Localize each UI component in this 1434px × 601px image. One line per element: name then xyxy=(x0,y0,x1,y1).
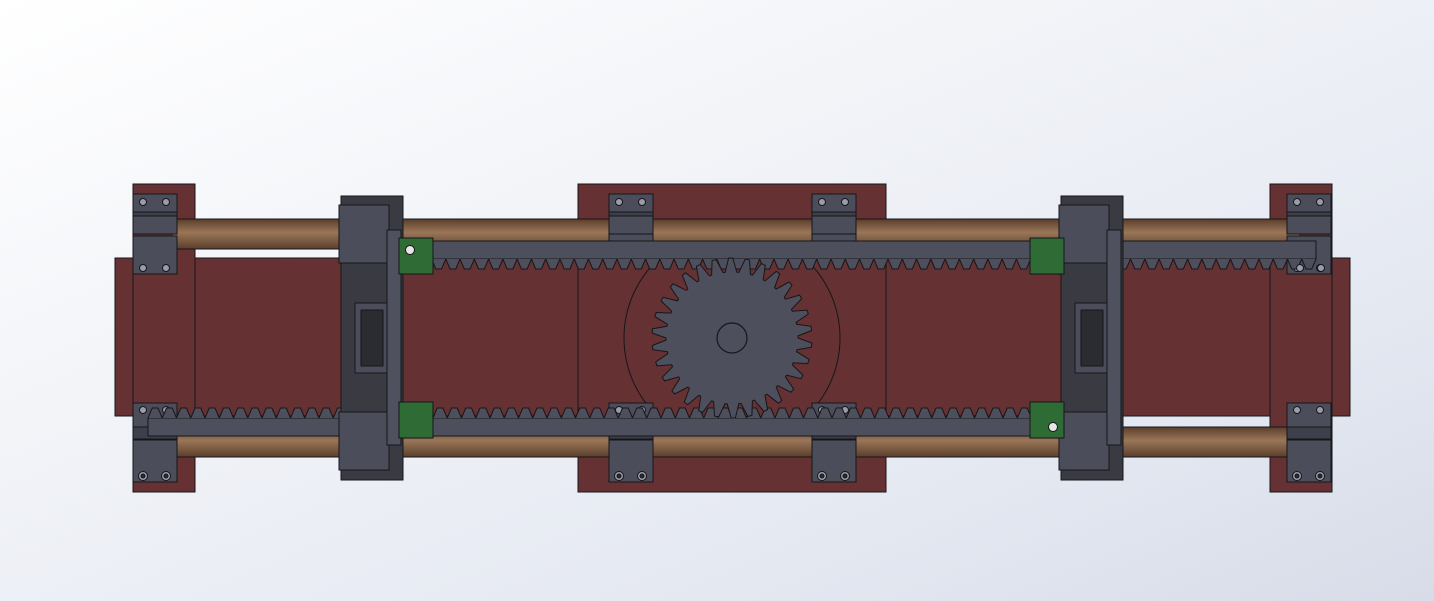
rack-bottom-bar xyxy=(147,417,1061,437)
bolt-head xyxy=(841,198,849,206)
bolt-head xyxy=(139,406,147,414)
connector-top-left xyxy=(398,237,434,275)
pillow-block-top-2-body xyxy=(608,215,654,235)
pillow-block-top-2-seam xyxy=(608,211,654,217)
bolt-head xyxy=(1293,406,1301,414)
bolt-head xyxy=(1293,198,1301,206)
rack-end-bolt xyxy=(1317,264,1325,272)
connector-bottom-right xyxy=(1029,401,1065,439)
carriage-left xyxy=(338,195,404,481)
pillow-block-top-1 xyxy=(132,193,178,235)
pillow-block-top-1-body xyxy=(132,215,178,235)
socket-bolt-hex xyxy=(140,473,146,479)
pillow-block-top-3 xyxy=(811,193,857,235)
carriage-left-top-bearing xyxy=(338,204,390,264)
block-upper-body xyxy=(1286,402,1332,428)
socket-bolt-hex xyxy=(1294,473,1300,479)
connector-top-right xyxy=(1029,237,1065,275)
carriage-right-bottom-bearing xyxy=(1058,411,1110,471)
pillow-block-top-3-body xyxy=(811,215,857,235)
connector-bolt xyxy=(1048,422,1058,432)
carriage-left-bottom-bearing xyxy=(338,411,390,471)
pillow-block-top-4 xyxy=(1286,193,1332,235)
pillow-block-top-4-body xyxy=(1286,215,1332,235)
bolt-head xyxy=(638,198,646,206)
rack-and-pinion-assembly-drawing xyxy=(0,0,1434,601)
bolt-head xyxy=(162,264,170,272)
connector-bolt xyxy=(405,245,415,255)
bolt-head xyxy=(139,264,147,272)
bolt-head xyxy=(139,198,147,206)
carriage-right-side-plate xyxy=(1106,229,1122,446)
socket-bolt-hex xyxy=(616,473,622,479)
bolt-head xyxy=(615,198,623,206)
carriage-right xyxy=(1058,195,1124,481)
pillow-block-bottom-4 xyxy=(1286,402,1332,483)
socket-bolt-hex xyxy=(639,473,645,479)
bolt-head xyxy=(818,198,826,206)
pillow-block-top-3-seam xyxy=(811,211,857,217)
bolt-head xyxy=(162,198,170,206)
rack-top-bar xyxy=(402,240,1317,260)
carriage-right-top-bearing xyxy=(1058,204,1110,264)
bolt-head xyxy=(1316,406,1324,414)
socket-bolt-hex xyxy=(163,473,169,479)
block-seam xyxy=(1286,426,1332,440)
socket-bolt-hex xyxy=(842,473,848,479)
rack-end-bolt xyxy=(1296,264,1304,272)
cad-viewport[interactable] xyxy=(0,0,1434,601)
carriage-left-motor-window xyxy=(360,309,384,367)
socket-bolt-hex xyxy=(819,473,825,479)
pillow-block-top-lower-1 xyxy=(132,235,178,275)
socket-bolt-hex xyxy=(1317,473,1323,479)
pillow-block-top-4-seam xyxy=(1286,211,1332,217)
bolt-head xyxy=(1316,198,1324,206)
pillow-block-top-2 xyxy=(608,193,654,235)
pinion-bore xyxy=(716,322,748,354)
pillow-block-top-1-seam xyxy=(132,211,178,217)
connector-bottom-left xyxy=(398,401,434,439)
carriage-right-motor-window xyxy=(1080,309,1104,367)
